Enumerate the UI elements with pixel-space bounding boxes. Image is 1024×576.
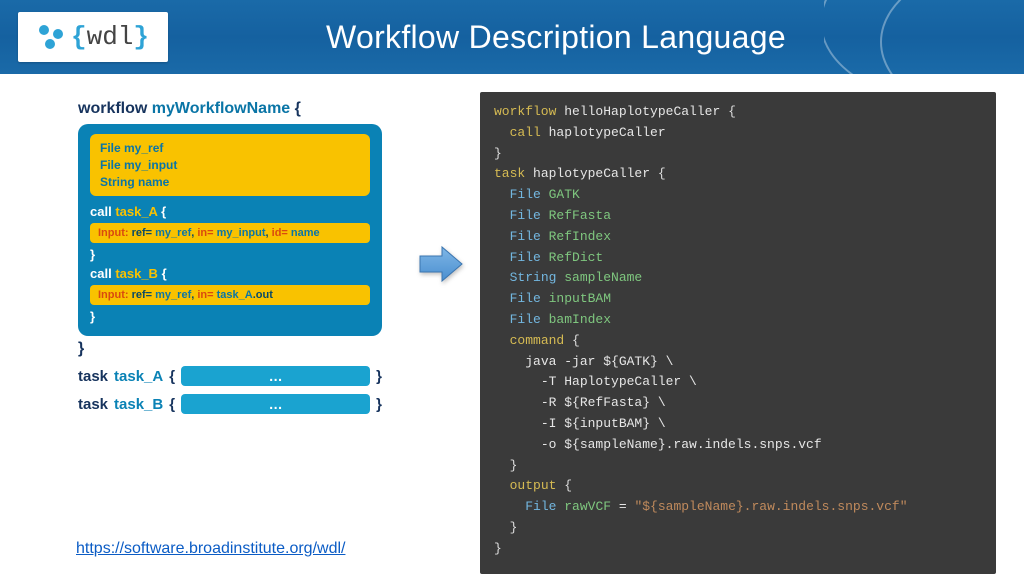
call-task-b-line: call task_B { [90,266,370,281]
slide-content: workflow myWorkflowName { File my_refFil… [0,74,1024,576]
wdl-nodes-icon [37,23,65,51]
task-a-pill: … [181,366,370,386]
workflow-inputs-box: File my_refFile my_inputString name [90,134,370,196]
workflow-header-line: workflow myWorkflowName { [78,100,382,118]
code-example-block: workflow helloHaplotypeCaller { call hap… [480,92,996,574]
arrow-right-icon [418,244,464,284]
pseudocode-diagram: workflow myWorkflowName { File my_refFil… [78,100,382,414]
task-b-row: task task_B { … } [78,394,382,414]
task-b-pill: … [181,394,370,414]
footer-link[interactable]: https://software.broadinstitute.org/wdl/ [76,540,345,558]
call-task-b-close: } [90,309,370,324]
call-task-a-input: Input: ref= my_ref, in= my_input, id= na… [90,223,370,243]
workflow-body-box: File my_refFile my_inputString name call… [78,124,382,336]
call-task-a-close: } [90,247,370,262]
workflow-close-brace: } [78,340,382,358]
call-task-b-input: Input: ref= my_ref, in= task_A.out [90,285,370,305]
task-a-row: task task_A { … } [78,366,382,386]
slide-title: Workflow Description Language [88,19,1024,56]
slide-header: {wdl} Workflow Description Language [0,0,1024,74]
call-task-a-line: call task_A { [90,204,370,219]
